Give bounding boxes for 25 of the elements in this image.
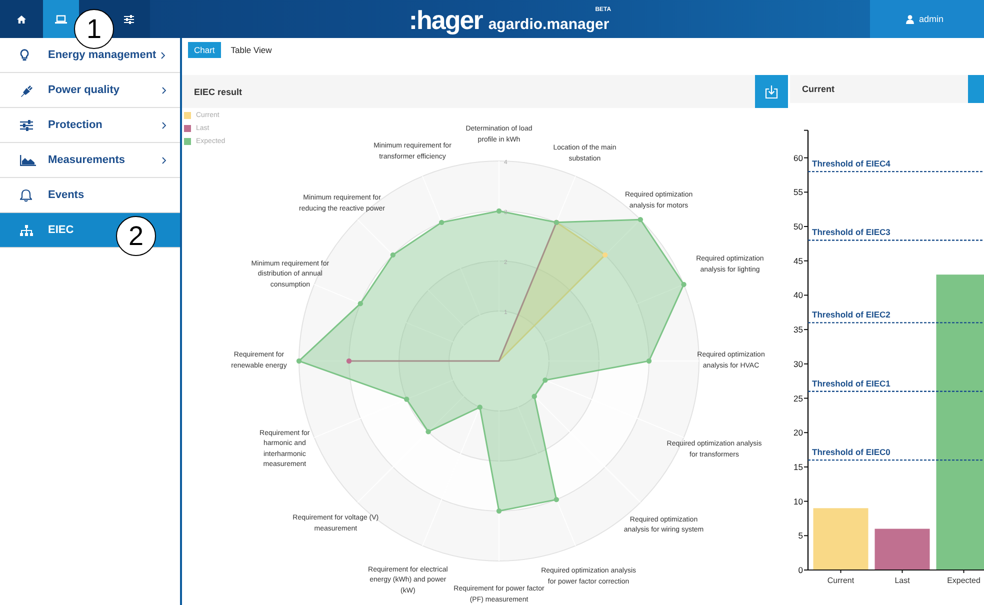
tick-label: 0 <box>798 565 803 575</box>
product-name: agardio.manager <box>488 16 610 33</box>
tick-label: 15 <box>794 462 803 472</box>
brand-logo: :hager <box>408 6 482 34</box>
category-label: Last <box>894 576 910 585</box>
tick-label: 25 <box>794 393 803 404</box>
category-label: Current <box>827 576 854 585</box>
tick-label: 40 <box>794 290 803 300</box>
tick-label: 5 <box>798 530 803 541</box>
tick-label: 45 <box>794 256 803 266</box>
tick-label: 60 <box>794 152 803 163</box>
tick-label: 20 <box>794 428 803 438</box>
tick-label: 30 <box>794 358 803 369</box>
category-label: Expected <box>947 576 980 585</box>
panel-title: Current <box>802 84 835 94</box>
tick-label: 35 <box>794 324 803 335</box>
threshold-label: Threshold of EIEC2 <box>812 310 890 320</box>
tick-label: 50 <box>794 222 803 232</box>
panel-title: EIEC result <box>194 86 242 96</box>
threshold-label: Threshold of EIEC1 <box>812 378 890 388</box>
threshold-label: Threshold of EIEC3 <box>812 227 890 238</box>
tick-label: 10 <box>794 496 803 506</box>
threshold-label: Threshold of EIEC0 <box>812 447 890 458</box>
tick-label: 55 <box>794 187 803 198</box>
threshold-label: Threshold of EIEC4 <box>812 158 890 169</box>
